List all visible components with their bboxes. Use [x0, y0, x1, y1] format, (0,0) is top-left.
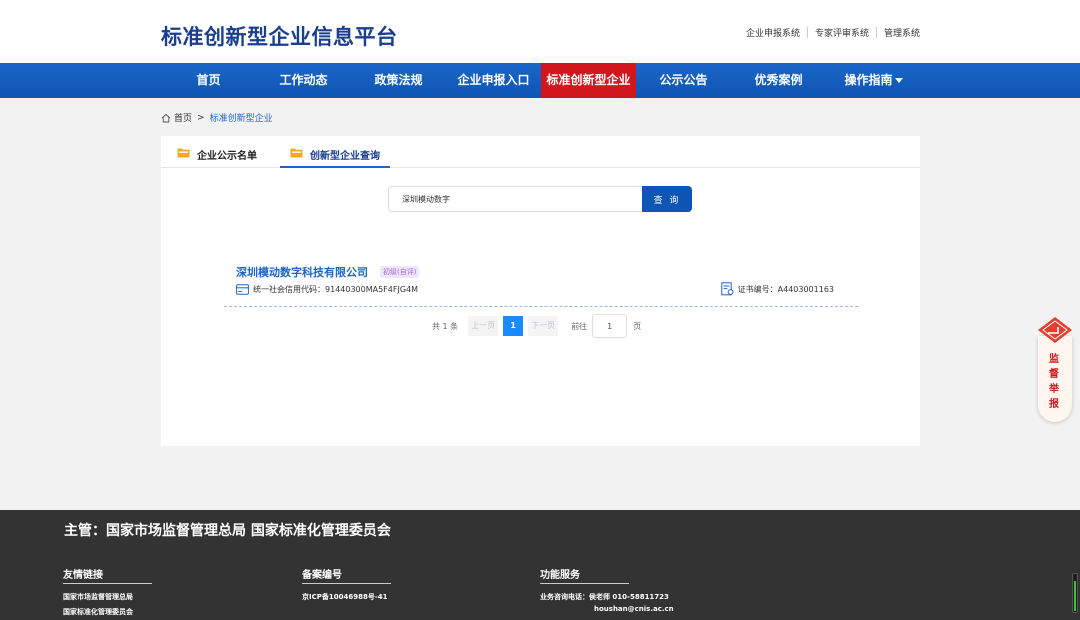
- tab-label: 企业公示名单: [197, 151, 257, 162]
- report-char: 监: [1049, 354, 1059, 365]
- site-footer: 主管：国家市场监督管理总局 国家标准化管理委员会 友情链接 国家市场监督管理总局…: [0, 510, 1080, 620]
- footer-link[interactable]: 国家市场监督管理总局: [63, 592, 152, 602]
- footer-icp-column: 备案编号 京ICP备10046988号-41: [302, 566, 391, 602]
- nav-item-policy[interactable]: 政策法规: [351, 63, 446, 98]
- caret-down-icon: [894, 78, 903, 83]
- credit-code-value: 91440300MA5F4FJG4M: [325, 285, 419, 294]
- report-char: 督: [1049, 369, 1059, 380]
- tab-public-list[interactable]: 企业公示名单: [177, 147, 257, 168]
- tab-enterprise-query[interactable]: 创新型企业查询: [280, 147, 390, 168]
- content-panel: 企业公示名单 创新型企业查询 查 询 深圳模动数字科技有限公司 初级(自评) 统…: [161, 136, 920, 446]
- goto-page-input[interactable]: [592, 314, 628, 338]
- tab-label: 创新型企业查询: [310, 151, 380, 162]
- main-nav: 首页 工作动态 政策法规 企业申报入口 标准创新型企业 公示公告 优秀案例 操作…: [0, 63, 1080, 98]
- pagination: 共 1 条 上一页 1 下一页 前往 页: [432, 314, 642, 338]
- nav-item-apply[interactable]: 企业申报入口: [446, 63, 541, 98]
- breadcrumb-home[interactable]: 首页: [174, 111, 192, 124]
- footer-links-column: 友情链接 国家市场监督管理总局 国家标准化管理委员会: [63, 566, 152, 617]
- tab-bar: 企业公示名单 创新型企业查询: [161, 136, 920, 168]
- top-link-enterprise-system[interactable]: 企业申报系统: [746, 26, 800, 39]
- page-number-button[interactable]: 1: [503, 316, 524, 336]
- home-icon: [161, 113, 171, 122]
- report-label: 监 督 举 报: [1048, 352, 1060, 412]
- level-badge: 初级(自评): [380, 266, 420, 278]
- certificate-row: 证书编号： A4403001163: [720, 282, 834, 296]
- nav-item-news[interactable]: 工作动态: [256, 63, 351, 98]
- nav-item-home[interactable]: 首页: [161, 63, 256, 98]
- prev-page-button[interactable]: 上一页: [468, 316, 499, 336]
- nav-item-guide[interactable]: 操作指南: [826, 63, 921, 98]
- next-page-button[interactable]: 下一页: [528, 316, 559, 336]
- top-links: 企业申报系统 专家评审系统 管理系统: [746, 26, 920, 39]
- folder-icon: [177, 148, 190, 158]
- certificate-label: 证书编号：: [737, 284, 778, 294]
- breadcrumb: 首页 > 标准创新型企业: [161, 111, 273, 124]
- divider: [875, 27, 877, 38]
- id-card-icon: [236, 284, 249, 295]
- footer-link[interactable]: 国家标准化管理委员会: [63, 607, 152, 617]
- report-float-button[interactable]: 监 督 举 报: [1036, 316, 1072, 424]
- footer-sponsor: 主管：国家市场监督管理总局 国家标准化管理委员会: [64, 523, 391, 539]
- certificate-value: A4403001163: [777, 284, 834, 294]
- footer-service-column: 功能服务 业务咨询电话：侯老师 010-58811723 houshan@cni…: [540, 566, 674, 613]
- footer-service-email: houshan@cnis.ac.cn: [594, 605, 674, 613]
- nav-item-notice[interactable]: 公示公告: [636, 63, 731, 98]
- page-unit-label: 页: [633, 321, 642, 331]
- credit-code-row: 统一社会信用代码： 91440300MA5F4FJG4M: [236, 284, 418, 295]
- divider: [806, 27, 808, 38]
- goto-label: 前往: [571, 321, 588, 331]
- report-char: 报: [1049, 399, 1059, 410]
- pagination-total: 共 1 条: [432, 321, 459, 331]
- report-char: 举: [1049, 384, 1059, 395]
- breadcrumb-current: 标准创新型企业: [209, 114, 273, 124]
- folder-icon: [290, 148, 303, 158]
- footer-links-title: 友情链接: [63, 566, 152, 584]
- footer-service-phone: 业务咨询电话：侯老师 010-58811723: [540, 593, 669, 601]
- result-item: 深圳模动数字科技有限公司 初级(自评) 统一社会信用代码： 91440300MA…: [224, 262, 858, 307]
- site-header: 标准创新型企业信息平台 企业申报系统 专家评审系统 管理系统: [0, 0, 1080, 63]
- nav-item-guide-label: 操作指南: [844, 73, 893, 87]
- nav-item-cases[interactable]: 优秀案例: [731, 63, 826, 98]
- scroll-indicator: [1072, 573, 1078, 613]
- nav-item-innovative-enterprise[interactable]: 标准创新型企业: [541, 63, 636, 98]
- report-megaphone-icon: [1038, 317, 1072, 343]
- site-title[interactable]: 标准创新型企业信息平台: [161, 21, 398, 51]
- footer-icp-number[interactable]: 京ICP备10046988号-41: [302, 592, 391, 602]
- search-button[interactable]: 查 询: [642, 186, 692, 212]
- breadcrumb-separator: >: [197, 112, 205, 123]
- footer-icp-title: 备案编号: [302, 566, 391, 584]
- top-link-admin-system[interactable]: 管理系统: [884, 26, 920, 39]
- top-link-expert-system[interactable]: 专家评审系统: [815, 26, 869, 39]
- search-input[interactable]: [388, 186, 642, 212]
- certificate-icon: [720, 282, 734, 296]
- company-name-link[interactable]: 深圳模动数字科技有限公司: [236, 264, 368, 280]
- credit-code-label: 统一社会信用代码：: [253, 285, 325, 294]
- footer-service-title: 功能服务: [540, 566, 629, 584]
